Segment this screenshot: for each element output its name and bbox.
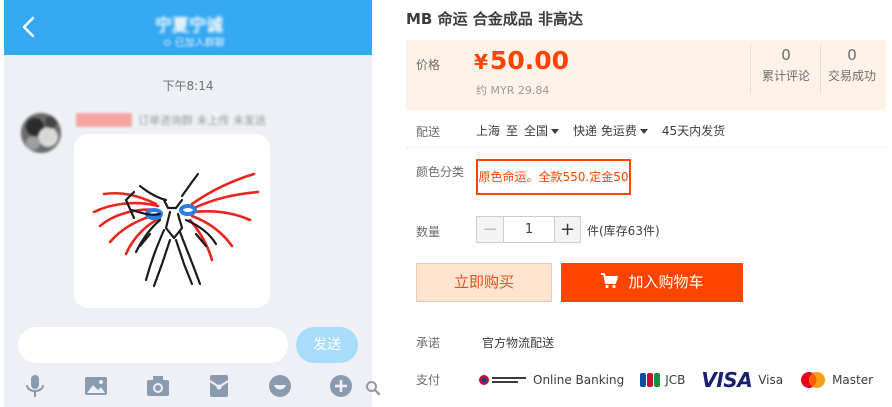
reviews-count: 0 [781,46,791,64]
online-banking-icon [479,375,526,385]
chat-subtitle: ⊙ 已加入群聊 [163,38,225,49]
ship-time: 45天内发货 [661,124,726,138]
delivery-method: 快递 免运费 [573,124,637,138]
quantity-minus-button[interactable]: − [477,217,504,242]
price-currency: ¥ [474,50,488,74]
delivery-row: 上海 至 全国 快递 免运费 45天内发货 [476,122,725,139]
stat-divider [750,44,751,94]
delivery-destination-select[interactable]: 全国 [524,122,560,139]
visa-label: Visa [758,373,784,387]
avatar[interactable] [21,113,61,153]
message-bubble[interactable] [74,134,270,308]
add-to-cart-label: 加入购物车 [628,273,704,291]
price-converted: 约 MYR 29.84 [476,84,550,97]
quantity-input[interactable]: 1 [504,217,554,242]
payment-mastercard: Master [799,371,873,389]
reviews-label: 累计评论 [761,69,810,83]
plus-icon[interactable] [328,373,354,399]
mastercard-icon [801,372,826,388]
camera-icon[interactable] [145,373,171,399]
color-option-button[interactable]: 原色命运。全款550.定金50 [476,159,631,195]
message-input[interactable] [18,327,288,363]
quantity-plus-button[interactable]: + [554,217,580,242]
online-banking-label: Online Banking [533,373,625,387]
delivery-method-select[interactable]: 快递 免运费 [573,122,648,139]
delivery-from: 上海 [476,124,501,138]
stat-transactions[interactable]: 0 交易成功 [824,46,880,84]
transactions-label: 交易成功 [827,69,876,83]
promise-label: 承诺 [416,336,441,350]
buy-now-button[interactable]: 立即购买 [416,263,552,302]
divider [406,147,886,148]
stock-info: 件(库存63件) [587,224,660,238]
payment-jcb: JCB [640,373,685,387]
gundam-sketch-image [92,172,260,288]
send-button[interactable]: 发送 [296,327,358,363]
message-timestamp: 下午8:14 [162,79,214,93]
chat-toolbar [4,367,372,407]
price-label: 价格 [416,58,441,72]
visa-logo: VISA [701,368,753,392]
delivery-to-word: 至 [506,124,519,138]
zoom-magnifier-icon[interactable] [365,380,381,396]
promise-text: 官方物流配送 [482,336,555,350]
delivery-destination: 全国 [524,124,549,138]
red-packet-icon[interactable] [206,373,232,399]
price-panel: 价格 ¥50.00 约 MYR 29.84 0 累计评论 0 交易成功 [406,40,886,110]
price-value: ¥50.00 [474,46,569,75]
back-arrow-icon[interactable] [18,14,40,40]
sender-line: 订单咨询群 未上传 未发送 [76,112,306,128]
emoji-icon[interactable] [267,373,293,399]
product-title: MB 命运 合金成品 非高达 [406,10,584,28]
microphone-icon[interactable] [22,373,48,399]
color-label: 颜色分类 [416,165,465,179]
stat-divider [820,44,821,94]
sender-name: 订单咨询群 未上传 未发送 [138,114,266,127]
image-icon[interactable] [83,373,109,399]
chevron-down-icon [551,129,560,134]
payment-methods: Online Banking JCB VISA Visa Master [478,368,889,392]
chat-title: 宁夏宁诚 [155,16,223,36]
transactions-count: 0 [847,46,857,64]
chevron-down-icon [639,129,648,134]
payment-label: 支付 [416,373,441,387]
delivery-label: 配送 [416,125,441,139]
message-input-row: 发送 [4,323,372,367]
add-to-cart-button[interactable]: 加入购物车 [561,263,743,302]
quantity-stepper: − 1 + [476,216,581,243]
sender-tag [76,113,132,127]
payment-online-banking: Online Banking [478,373,624,387]
chat-header: 宁夏宁诚 ⊙ 已加入群聊 [4,0,372,55]
cart-icon [601,273,619,289]
jcb-label: JCB [665,373,686,387]
quantity-label: 数量 [416,225,441,239]
mastercard-label: Master [832,373,874,387]
chat-screenshot: 宁夏宁诚 ⊙ 已加入群聊 下午8:14 订单咨询群 未上传 未发送 发送 [4,0,372,407]
payment-visa: VISA Visa [701,368,783,392]
jcb-icon [640,373,661,387]
stat-reviews[interactable]: 0 累计评论 [758,46,814,84]
price-amount: 50.00 [489,46,569,75]
